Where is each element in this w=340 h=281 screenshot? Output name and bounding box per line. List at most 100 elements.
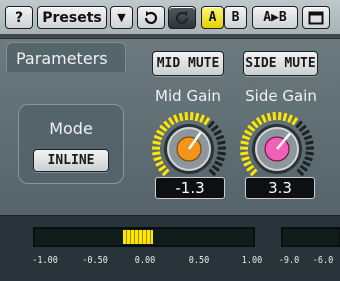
undo-button[interactable] [137,6,165,29]
mid-mute-label: MID MUTE [157,56,220,71]
side-gain-value[interactable]: 3.3 [245,177,315,199]
mid-mute-button[interactable]: MID MUTE [152,51,224,76]
presets-dropdown-button[interactable]: ▼ [110,6,133,29]
b-slot-label: B [232,10,240,25]
side-gain-tick [304,136,312,139]
redo-icon [173,9,191,27]
side-gain-tick [296,121,301,127]
toolbar: ? Presets ▼ A B A▶B [0,0,340,34]
presets-button[interactable]: Presets [37,6,107,29]
mid-gain-tick [217,142,225,144]
meter-section [0,215,340,281]
mid-gain-tick [213,166,219,171]
mid-gain-tick [186,112,187,120]
window-button[interactable] [302,6,330,29]
mid-gain-tick [214,131,221,135]
side-gain-tick [245,131,252,135]
mid-gain-tick [156,162,163,166]
side-gain-tick [242,158,250,160]
side-gain-tick [284,113,286,121]
side-gain-tick [251,170,257,176]
side-gain-tick [240,153,248,154]
side-gain-tick [279,112,280,120]
meter-scale-label: 0.00 [135,255,155,266]
side-gain-tick [241,142,249,144]
mid-gain-tick [152,153,160,154]
meter-scale-label: -0.50 [82,255,108,266]
side-gain-tick [301,166,307,171]
mid-gain-tick [154,158,162,160]
correlation-meter [33,227,255,247]
mid-gain-tick [160,126,166,131]
mid-gain-value[interactable]: -1.3 [155,177,225,199]
side-gain-tick [298,170,304,176]
level-meter [281,227,340,247]
b-slot-button[interactable]: B [224,6,247,29]
mid-gain-tick [208,121,213,127]
undo-icon [142,9,160,27]
mid-gain-tick [200,115,203,122]
mid-gain-tick [191,112,192,120]
side-gain-tick [305,158,313,160]
mid-gain-tick [216,136,224,139]
side-gain-tick [257,118,261,125]
tab-parameters-label: Parameters [16,49,108,68]
side-gain-tick [244,162,251,166]
window-icon [308,11,324,25]
mid-gain-tick [164,121,169,127]
meter-scale-label: -6.0 [313,255,333,266]
side-gain-tick [262,115,265,122]
help-button[interactable]: ? [5,6,33,29]
mid-gain-tick [217,158,225,160]
mode-value: INLINE [48,153,95,168]
side-gain-tick [247,166,253,171]
side-gain-tick [302,131,309,135]
correlation-meter-indicator [123,230,153,244]
mid-gain-tick [215,162,222,166]
side-gain-tick [300,126,306,131]
mode-group: Mode INLINE [18,104,124,184]
mid-gain-tick [212,126,218,131]
meter-scale-label: -9.0 [279,255,299,266]
a-slot-button[interactable]: A [201,6,224,29]
mid-gain-tick [180,113,182,121]
side-gain-tick [305,142,313,144]
mid-gain-tick [196,113,198,121]
mid-gain-tick [159,166,165,171]
side-gain-tick [293,118,297,125]
a-slot-label: A [209,10,217,25]
side-gain-tick [248,126,254,131]
side-gain-tick [242,136,250,139]
side-gain-tick [288,115,291,122]
mid-gain-label: Mid Gain [138,87,238,105]
side-gain-tick [268,113,270,121]
meter-scale-label: -1.00 [32,255,58,266]
mid-gain-tick [174,115,177,122]
help-label: ? [15,10,23,26]
side-mute-label: SIDE MUTE [245,56,315,71]
side-gain-tick [274,112,275,120]
mid-gain-tick [154,136,162,139]
side-gain-tick [306,153,314,154]
mid-gain-tick [169,118,173,125]
meter-scale-label: 1.00 [242,255,262,266]
side-gain-label: Side Gain [231,87,331,105]
mid-gain-tick [157,131,164,135]
redo-button[interactable] [168,6,196,29]
mid-gain-tick [153,142,161,144]
a-to-b-button[interactable]: A▶B [252,6,298,29]
side-gain-tick [252,121,257,127]
mid-gain-tick [163,170,169,176]
a-to-b-label: A▶B [263,10,286,25]
mode-selector-button[interactable]: INLINE [33,149,109,172]
mid-gain-tick [218,153,226,154]
side-gain-tick [303,162,310,166]
tab-parameters[interactable]: Parameters [6,42,126,72]
side-mute-button[interactable]: SIDE MUTE [243,51,318,76]
mid-gain-tick [210,170,216,176]
mid-gain-tick [205,118,209,125]
presets-label: Presets [42,10,102,26]
mode-label: Mode [19,119,123,138]
chevron-down-icon: ▼ [117,11,125,24]
meter-scale-label: 0.50 [189,255,209,266]
